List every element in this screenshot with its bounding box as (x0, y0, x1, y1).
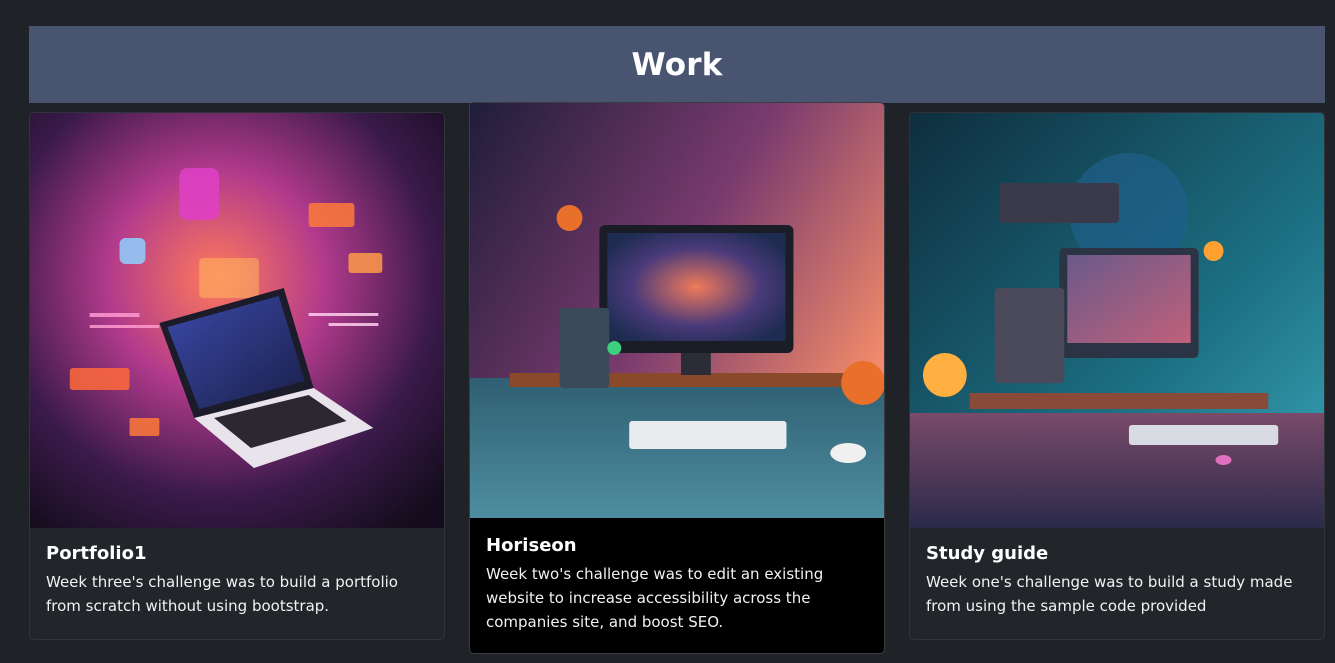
work-header-banner: Work (29, 26, 1325, 103)
project-card-study-guide[interactable]: Study guide Week one's challenge was to … (909, 112, 1325, 640)
project-card-horiseon[interactable]: Horiseon Week two's challenge was to edi… (469, 102, 885, 654)
card-description: Week one's challenge was to build a stud… (926, 573, 1293, 615)
laptop-illustration-image[interactable] (30, 113, 444, 528)
card-title: Horiseon (486, 535, 577, 556)
retro-computer-desk-illustration-image[interactable] (910, 113, 1324, 528)
card-title: Portfolio1 (46, 543, 147, 564)
card-title: Study guide (926, 543, 1049, 564)
page-title: Work (631, 46, 723, 83)
project-card-portfolio1[interactable]: Portfolio1 Week three's challenge was to… (29, 112, 445, 640)
desktop-workstation-illustration-image[interactable] (470, 103, 884, 518)
card-description: Week two's challenge was to edit an exis… (486, 565, 824, 631)
card-description: Week three's challenge was to build a po… (46, 573, 398, 615)
